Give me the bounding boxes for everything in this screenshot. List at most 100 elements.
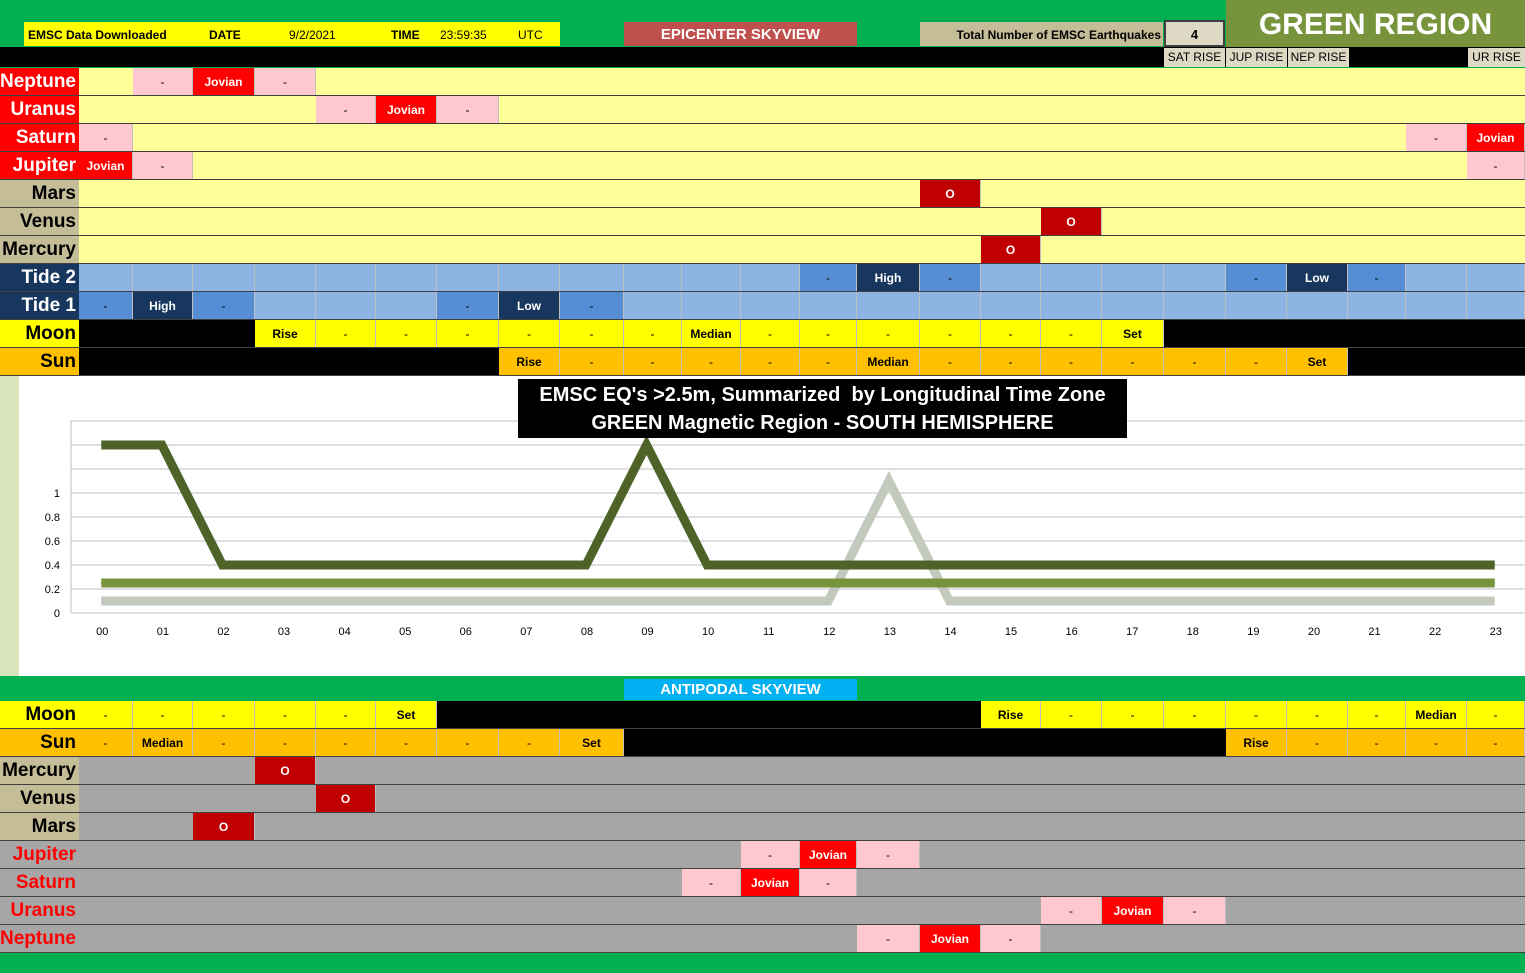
moon-row-cell[interactable]: - (800, 320, 857, 347)
anti-sun-row-cell[interactable]: Rise (1226, 729, 1287, 756)
tide1-row-cell[interactable] (1348, 292, 1406, 319)
tide1-row-cell[interactable] (376, 292, 437, 319)
epi-neptune-cell[interactable]: Jovian (193, 68, 255, 95)
sun-row-cell[interactable]: - (560, 348, 624, 375)
moon-row-cell[interactable]: Set (1102, 320, 1164, 347)
tide1-row-cell[interactable] (316, 292, 376, 319)
anti-sun-row-cell[interactable]: - (376, 729, 437, 756)
tide1-row-cell[interactable] (1406, 292, 1467, 319)
sun-row-cell[interactable]: - (1041, 348, 1102, 375)
anti-sun-row-cell[interactable]: - (1406, 729, 1467, 756)
anti-moon-row-cell[interactable]: Set (376, 701, 437, 728)
tide2-row-cell[interactable] (560, 264, 624, 291)
tide1-row-cell[interactable] (1287, 292, 1348, 319)
anti-sun-row-cell[interactable]: - (1287, 729, 1348, 756)
anti-sun-row-cell[interactable]: - (316, 729, 376, 756)
anti-uranus-cell[interactable]: - (1041, 897, 1102, 924)
tide1-row-cell[interactable] (741, 292, 800, 319)
tide2-row-cell[interactable] (79, 264, 133, 291)
tide1-row-cell[interactable]: - (560, 292, 624, 319)
anti-sun-row-cell[interactable]: - (1348, 729, 1406, 756)
tide1-row-cell[interactable] (1467, 292, 1525, 319)
anti-mars-cell[interactable]: O (193, 813, 255, 840)
anti-neptune-cell[interactable]: - (981, 925, 1041, 952)
anti-moon-row-cell[interactable]: - (133, 701, 193, 728)
tide1-row-cell[interactable] (1164, 292, 1226, 319)
epi-jupiter-cell[interactable]: - (1467, 152, 1525, 179)
tide1-row-cell[interactable] (1226, 292, 1287, 319)
tide2-row-cell[interactable]: Low (1287, 264, 1348, 291)
anti-saturn-cell[interactable]: - (800, 869, 857, 896)
epi-venus-cell[interactable]: O (1041, 208, 1102, 235)
epi-uranus-cell[interactable]: - (437, 96, 499, 123)
epi-mercury-cell[interactable]: O (981, 236, 1041, 263)
sun-row-cell[interactable]: - (981, 348, 1041, 375)
anti-sun-row-cell[interactable]: - (499, 729, 560, 756)
moon-row-cell[interactable]: - (624, 320, 682, 347)
moon-row-cell[interactable]: - (981, 320, 1041, 347)
tide1-row-cell[interactable] (981, 292, 1041, 319)
tide1-row-cell[interactable]: - (193, 292, 255, 319)
tide2-row-cell[interactable]: - (1226, 264, 1287, 291)
tide1-row-cell[interactable]: High (133, 292, 193, 319)
tide1-row-cell[interactable]: - (437, 292, 499, 319)
tide2-row-cell[interactable] (1164, 264, 1226, 291)
anti-sun-row-cell[interactable]: - (79, 729, 133, 756)
anti-moon-row-cell[interactable]: - (1164, 701, 1226, 728)
anti-sun-row-cell[interactable]: - (437, 729, 499, 756)
anti-jupiter-cell[interactable]: - (741, 841, 800, 868)
anti-moon-row-cell[interactable]: - (193, 701, 255, 728)
anti-moon-row-cell[interactable]: Median (1406, 701, 1467, 728)
sun-row-cell[interactable]: Median (857, 348, 920, 375)
anti-venus-cell[interactable]: O (316, 785, 376, 812)
anti-jupiter-cell[interactable]: Jovian (800, 841, 857, 868)
tide2-row-cell[interactable]: - (920, 264, 981, 291)
anti-saturn-cell[interactable]: - (682, 869, 741, 896)
anti-neptune-cell[interactable]: - (857, 925, 920, 952)
epi-saturn-cell[interactable]: - (1406, 124, 1467, 151)
sun-row-cell[interactable]: Rise (499, 348, 560, 375)
tide1-row-cell[interactable] (857, 292, 920, 319)
epi-neptune-cell[interactable]: - (255, 68, 316, 95)
tide1-row-cell[interactable] (624, 292, 682, 319)
sun-row-cell[interactable]: - (1164, 348, 1226, 375)
tide1-row-cell[interactable] (920, 292, 981, 319)
tide2-row-cell[interactable] (741, 264, 800, 291)
anti-moon-row-cell[interactable]: - (79, 701, 133, 728)
tide1-row-cell[interactable]: Low (499, 292, 560, 319)
anti-moon-row-cell[interactable]: - (255, 701, 316, 728)
tide1-row-cell[interactable]: - (79, 292, 133, 319)
moon-row-cell[interactable]: - (1041, 320, 1102, 347)
anti-moon-row-cell[interactable]: - (1226, 701, 1287, 728)
tide2-row-cell[interactable] (193, 264, 255, 291)
sun-row-cell[interactable]: - (920, 348, 981, 375)
moon-row-cell[interactable]: - (920, 320, 981, 347)
total-earthquakes-count[interactable]: 4 (1164, 20, 1225, 47)
anti-sun-row-cell[interactable]: - (1467, 729, 1525, 756)
tide2-row-cell[interactable] (981, 264, 1041, 291)
moon-row-cell[interactable]: Median (682, 320, 741, 347)
epi-jupiter-cell[interactable]: - (133, 152, 193, 179)
tide2-row-cell[interactable]: - (800, 264, 857, 291)
anti-moon-row-cell[interactable]: Rise (981, 701, 1041, 728)
sun-row-cell[interactable]: Set (1287, 348, 1348, 375)
sun-row-cell[interactable]: - (1226, 348, 1287, 375)
anti-sun-row-cell[interactable]: - (255, 729, 316, 756)
tide2-row-cell[interactable]: - (1348, 264, 1406, 291)
moon-row-cell[interactable]: - (376, 320, 437, 347)
tide2-row-cell[interactable] (499, 264, 560, 291)
anti-moon-row-cell[interactable]: - (316, 701, 376, 728)
anti-moon-row-cell[interactable]: - (1102, 701, 1164, 728)
moon-row-cell[interactable]: - (857, 320, 920, 347)
tide2-row-cell[interactable]: High (857, 264, 920, 291)
tide2-row-cell[interactable] (255, 264, 316, 291)
anti-moon-row-cell[interactable]: - (1287, 701, 1348, 728)
epi-mars-cell[interactable]: O (920, 180, 981, 207)
anti-sun-row-cell[interactable]: Median (133, 729, 193, 756)
tide1-row-cell[interactable] (800, 292, 857, 319)
moon-row-cell[interactable]: - (437, 320, 499, 347)
tide2-row-cell[interactable] (133, 264, 193, 291)
epi-uranus-cell[interactable]: Jovian (376, 96, 437, 123)
epi-jupiter-cell[interactable]: Jovian (79, 152, 133, 179)
anti-saturn-cell[interactable]: Jovian (741, 869, 800, 896)
